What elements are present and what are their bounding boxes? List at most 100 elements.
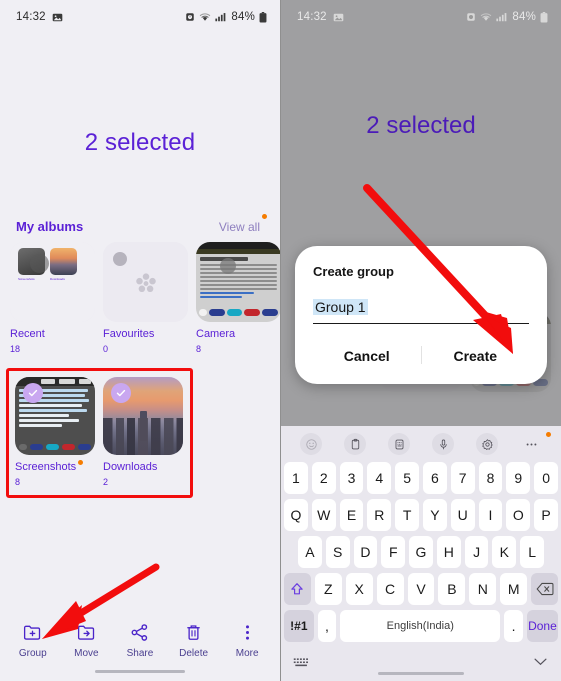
toolbar-button-share[interactable]: Share: [114, 622, 166, 659]
symbols-key[interactable]: !#1: [284, 610, 314, 642]
key-s[interactable]: S: [325, 536, 350, 568]
key-m[interactable]: M: [500, 573, 528, 605]
battery-percent-right: 84%: [512, 11, 536, 23]
key-k[interactable]: K: [492, 536, 517, 568]
check-icon: [28, 389, 38, 397]
album-thumbnail-screenshots: [15, 377, 95, 455]
backspace-icon: [536, 582, 554, 596]
key-v[interactable]: V: [407, 573, 435, 605]
emoji-icon[interactable]: [300, 433, 322, 455]
key-4[interactable]: 4: [367, 462, 392, 494]
key-2[interactable]: 2: [311, 462, 336, 494]
key-a[interactable]: A: [297, 536, 322, 568]
album-selected-check-screenshots[interactable]: [23, 383, 43, 403]
group-name-input[interactable]: Group 1: [313, 299, 368, 315]
empty-album-placeholder: [103, 242, 188, 322]
album-count-camera: 8: [196, 344, 202, 354]
key-r[interactable]: R: [367, 499, 392, 531]
toolbar-button-move[interactable]: Move: [60, 622, 112, 659]
key-d[interactable]: D: [353, 536, 378, 568]
text-extract-icon[interactable]: [388, 433, 410, 455]
album-thumbnail-favourites: [103, 242, 188, 322]
key-9[interactable]: 9: [506, 462, 531, 494]
article-screenshot-art: [196, 242, 280, 322]
key-x[interactable]: X: [345, 573, 373, 605]
keyboard-row-1: Q W E R T Y U I O P: [281, 499, 561, 531]
key-3[interactable]: 3: [339, 462, 364, 494]
key-l[interactable]: L: [520, 536, 545, 568]
space-key[interactable]: English(India): [340, 610, 501, 642]
key-q[interactable]: Q: [284, 499, 308, 531]
key-1[interactable]: 1: [284, 462, 308, 494]
clipboard-icon[interactable]: [344, 433, 366, 455]
image-icon: [333, 12, 344, 23]
view-all-badge-dot: [262, 213, 267, 219]
album-count-screenshots: 8: [15, 477, 21, 487]
key-w[interactable]: W: [311, 499, 336, 531]
key-h[interactable]: H: [436, 536, 461, 568]
key-y[interactable]: Y: [423, 499, 447, 531]
album-name-recent: Recent: [10, 328, 45, 340]
key-8[interactable]: 8: [478, 462, 503, 494]
key-g[interactable]: G: [409, 536, 433, 568]
key-0[interactable]: 0: [534, 462, 558, 494]
album-name-screenshots-text: Screenshots: [15, 461, 77, 473]
period-key[interactable]: .: [504, 610, 523, 642]
toolbar-button-group[interactable]: Group: [7, 622, 59, 659]
keyboard-row-4: !#1 , English(India) . Done: [281, 610, 561, 642]
key-e[interactable]: E: [339, 499, 364, 531]
key-p[interactable]: P: [534, 499, 558, 531]
folder-plus-icon: [24, 625, 41, 640]
done-key[interactable]: Done: [526, 610, 558, 642]
key-t[interactable]: T: [395, 499, 419, 531]
cancel-button[interactable]: Cancel: [313, 336, 421, 378]
album-card-recent[interactable]: Screenshots Downloads Recent 18: [10, 242, 95, 354]
album-card-camera[interactable]: Camera 8: [196, 242, 280, 354]
toolbar-button-more[interactable]: More: [221, 622, 273, 659]
key-f[interactable]: F: [381, 536, 406, 568]
folder-arrow-icon: [77, 625, 95, 640]
key-i[interactable]: I: [478, 499, 503, 531]
shift-key[interactable]: [284, 573, 311, 605]
share-icon: [132, 624, 148, 641]
my-albums-title: My albums: [16, 219, 84, 234]
keyboard-icon[interactable]: [293, 655, 310, 673]
key-j[interactable]: J: [464, 536, 489, 568]
key-z[interactable]: Z: [314, 573, 342, 605]
key-b[interactable]: B: [438, 573, 466, 605]
mic-icon[interactable]: [432, 433, 454, 455]
key-o[interactable]: O: [506, 499, 531, 531]
key-n[interactable]: N: [469, 573, 497, 605]
chevron-down-icon[interactable]: [532, 655, 549, 673]
view-all-link[interactable]: View all: [219, 213, 267, 234]
album-card-downloads[interactable]: Downloads 2: [103, 377, 183, 487]
backspace-key[interactable]: [531, 573, 559, 605]
on-screen-keyboard: 1 2 3 4 5 6 7 8 9 0 Q W E R T Y U I O P …: [281, 426, 561, 681]
album-selected-check-downloads[interactable]: [111, 383, 131, 403]
left-phone-panel: 14:32 84% 2 selected My albums View all …: [0, 0, 281, 681]
gear-icon[interactable]: [476, 433, 498, 455]
album-card-favourites[interactable]: Favourites 0: [103, 242, 188, 354]
toolbar-label-share: Share: [126, 648, 154, 659]
key-u[interactable]: U: [450, 499, 475, 531]
create-button[interactable]: Create: [422, 336, 530, 378]
keyboard-toolbar: [281, 426, 561, 462]
album-count-downloads: 2: [103, 477, 109, 487]
more-horizontal-icon[interactable]: [520, 433, 542, 455]
key-c[interactable]: C: [376, 573, 404, 605]
status-bar-left: 14:32 84%: [0, 0, 280, 34]
group-name-field-wrap[interactable]: Group 1: [313, 299, 529, 324]
battery-icon: [259, 11, 267, 23]
key-5[interactable]: 5: [395, 462, 419, 494]
toolbar-button-delete[interactable]: Delete: [168, 622, 220, 659]
key-7[interactable]: 7: [450, 462, 475, 494]
key-6[interactable]: 6: [423, 462, 447, 494]
comma-key[interactable]: ,: [317, 610, 337, 642]
check-icon: [116, 389, 126, 397]
selection-title-left: 2 selected: [84, 129, 196, 156]
album-name-camera: Camera: [196, 328, 236, 340]
album-card-screenshots[interactable]: Screenshots 8: [15, 377, 95, 487]
toolbar-label-delete: Delete: [179, 648, 209, 659]
alarm-icon: [466, 12, 476, 22]
my-albums-header: My albums View all: [0, 213, 280, 234]
